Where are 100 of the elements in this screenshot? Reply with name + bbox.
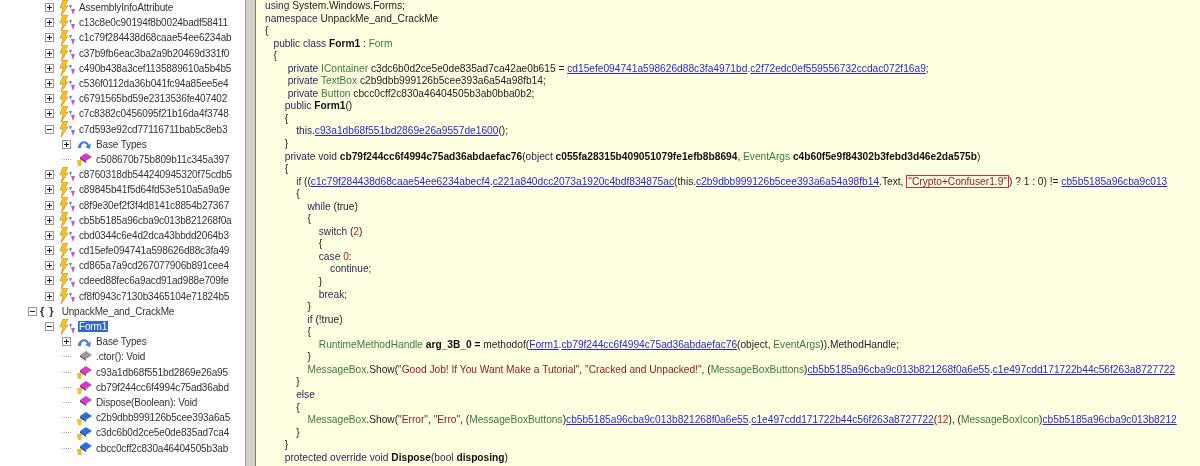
- code-link[interactable]: cb5b5185a96cba9c013b8212: [1042, 414, 1177, 426]
- code-link[interactable]: c2f72edc0ef559556732ccdac072f16a9: [750, 62, 926, 74]
- class-icon: [57, 181, 77, 198]
- expand-toggle[interactable]: [45, 322, 54, 332]
- code-line: {: [306, 213, 312, 226]
- code-link[interactable]: cb79f244cc6f4994c75ad36abdaefac76: [561, 338, 738, 350]
- code-link[interactable]: Form1: [529, 338, 559, 350]
- class-icon: [57, 45, 77, 62]
- expand-toggle[interactable]: [45, 246, 54, 256]
- expand-toggle[interactable]: [45, 3, 54, 13]
- code-line: private Button cbcc0cff2c830a46404505b3ab0bba0b2;: [286, 87, 536, 101]
- tree-item-label[interactable]: c3dc6b0d2ce5e0de835ad7ca4: [95, 427, 231, 439]
- expand-toggle[interactable]: [45, 291, 54, 301]
- code-line: if ((c1c79f284438d68caae54ee6234abecf4.c221a840dcc2073a1920c4bdf834875ac(this.c2b9dbb999126b5cee393a6a54a98fb14.Text, "Crypto+Confuser1.9" ) ? 1 : 0) != cb5b5185a96cba9c013: [295, 175, 1169, 189]
- splitter[interactable]: [246, 0, 256, 466]
- code-link[interactable]: c93a1db68f551bd2869e26a9557de1600: [314, 125, 499, 137]
- code-line: MessageBox.Show("Good Job! If You Want Make a Tutorial", "Cracked and Unpacked!", (MessageBoxButtons)cb5b5185a96cba9c013b821268f0a6e55.c1e497cdd171722b44c56f263a8727722: [306, 363, 1177, 377]
- tree-item-label[interactable]: Base Types: [95, 336, 148, 348]
- tree-item-label[interactable]: c8f9e30ef2f3f4d8141c8854b27367: [78, 199, 231, 211]
- tree-item-label[interactable]: c7d593e92cd77116711bab5c8eb3: [78, 123, 229, 135]
- code-line: {: [265, 25, 270, 38]
- expand-toggle[interactable]: [45, 276, 54, 286]
- code-line: }: [283, 439, 290, 452]
- expand-toggle[interactable]: [45, 124, 54, 134]
- code-link[interactable]: c1c79f284438d68caae54ee6234abecf4: [310, 175, 490, 187]
- code-line: {: [295, 401, 301, 415]
- tree-item-label[interactable]: c7c8382c0456095f21b16da4f3748: [78, 108, 230, 120]
- expand-toggle[interactable]: [45, 79, 54, 89]
- tree-item-label[interactable]: c2b9dbb999126b5cee393a6a5: [95, 412, 232, 424]
- code-line: private TextBox c2b9dbb999126b5cee393a6a54a98fb14;: [286, 75, 547, 88]
- tree-item-label[interactable]: AssemblyInfoAttribute: [78, 2, 175, 14]
- tree-item-label[interactable]: Form1: [78, 321, 109, 333]
- tree-item-label[interactable]: cf8f0943c7130b3465104e71824b5: [78, 290, 231, 302]
- code-line: else: [295, 388, 316, 402]
- code-line: private void cb79f244cc6f4994c75ad36abdaefac76(object c055fa28315b409051079fe1efb8b8694, EventArgs c4b60f5e9f84302b3febd3d46e2da575b): [283, 150, 982, 164]
- code-line: private IContainer c3dc6b0d2ce5e0de835ad7ca42ae0b615 = cd15efe094741a598626d88c3fa4971bd.c2f72edc0ef559556732ccdac072f16a9;: [286, 62, 930, 76]
- tree-item-label[interactable]: cbd0344c6e4d2dca43bbdd2064b3: [78, 229, 230, 241]
- code-line: }: [317, 276, 324, 289]
- expand-toggle[interactable]: [45, 170, 54, 180]
- expand-toggle[interactable]: [45, 48, 54, 58]
- code-line: using System.Windows.Forms;: [265, 0, 406, 13]
- expand-toggle[interactable]: [45, 215, 54, 225]
- expand-toggle[interactable]: [45, 18, 54, 28]
- code-link[interactable]: cd15efe094741a598626d88c3fa4971bd: [567, 62, 748, 74]
- expand-toggle[interactable]: [45, 200, 54, 210]
- tree-item-label[interactable]: c508670b75b809b11c345a397: [95, 153, 231, 165]
- expand-toggle[interactable]: [62, 337, 71, 347]
- code-line: if (!true): [306, 313, 344, 327]
- tree-item-label[interactable]: cb5b5185a96cba9c013b821268f0a: [78, 214, 233, 226]
- tree-item-label[interactable]: .ctor(): Void: [95, 351, 147, 363]
- tree-item-label[interactable]: c6791565bd59e2313536fe407402: [78, 93, 229, 105]
- tree-item-label[interactable]: Dispose(Boolean): Void: [95, 396, 199, 408]
- tree-item-label[interactable]: c490b438a3cef1135889610a5b4b5: [78, 62, 233, 74]
- class-icon: [57, 75, 77, 92]
- tree-item-label[interactable]: c1c79f284438d68caae54ee6234ab: [78, 32, 233, 44]
- tree-item-label[interactable]: c93a1db68f551bd2869e26a95: [95, 366, 229, 378]
- expand-toggle[interactable]: [62, 139, 71, 149]
- code-link[interactable]: cb5b5185a96cba9c013: [1061, 175, 1168, 187]
- expand-toggle[interactable]: [28, 306, 37, 316]
- class-icon: [57, 212, 77, 229]
- code-line: case 0:: [317, 250, 353, 264]
- expand-toggle[interactable]: [45, 230, 54, 240]
- class-icon: [57, 272, 77, 289]
- code-line: {: [295, 188, 301, 201]
- code-line: public class Form1 : Form: [272, 37, 394, 51]
- code-link[interactable]: c1e497cdd171722b44c56f263a8727722: [751, 414, 934, 426]
- code-line: MessageBox.Show("Error", "Erro", (MessageBoxButtons)cb5b5185a96cba9c013b821268f0a6e55.c1e497cdd171722b44c56f263a8727722(12), (MessageBoxIcon)cb5b5185a96cba9c013b8212: [306, 414, 1178, 427]
- class-icon: [57, 90, 77, 107]
- code-link[interactable]: c1e497cdd171722b44c56f263a8727722: [992, 363, 1176, 375]
- expand-toggle[interactable]: [45, 63, 54, 73]
- expand-toggle[interactable]: [45, 33, 54, 43]
- class-icon: [57, 257, 77, 274]
- expand-toggle[interactable]: [45, 94, 54, 104]
- expand-toggle[interactable]: [45, 261, 54, 271]
- tree-item-label[interactable]: c89845b41f5d64fd53e510a5a9a9e: [78, 184, 231, 196]
- tree-item-label[interactable]: cd865a7a9cd267077906b891cee4: [78, 260, 230, 272]
- code-link[interactable]: cb5b5185a96cba9c013b821268f0a6e55: [807, 363, 990, 375]
- code-link[interactable]: c221a840dcc2073a1920c4bdf834875ac: [492, 175, 674, 187]
- code-line: protected override void Dispose(bool disposing): [283, 451, 509, 465]
- tree-item-label[interactable]: cdeed88fec6a9acd91ad988e709fe: [78, 275, 230, 287]
- tree-item-label[interactable]: c13c8e0c90194f8b0024badf58411: [78, 17, 229, 29]
- namespace-icon: { }: [40, 305, 55, 318]
- tree-item-label[interactable]: UnpackMe_and_CrackMe: [60, 305, 176, 317]
- class-icon: [57, 60, 77, 77]
- tree-item-label[interactable]: c37b9fb6eac3ba2a9b20469d331f0: [78, 47, 231, 59]
- code-link[interactable]: c2b9dbb999126b5cee393a6a54a98fb14: [696, 175, 880, 187]
- tree-item-label[interactable]: Base Types: [95, 138, 148, 150]
- tree-item-label[interactable]: cbcc0cff2c830a46404505b3ab: [95, 442, 230, 454]
- class-icon: [57, 105, 77, 122]
- code-line: RuntimeMethodHandle arg_3B_0 = methodof(Form1.cb79f244cc6f4994c75ad36abdaefac76(object, EventArgs)).MethodHandle;: [317, 338, 901, 352]
- tree-item-label[interactable]: c8760318db544240945320f75cdb5: [78, 169, 234, 181]
- expand-toggle[interactable]: [45, 109, 54, 119]
- tree-item-label[interactable]: cd15efe094741a598626d88c3fa49: [78, 245, 231, 257]
- code-line: }: [295, 426, 301, 440]
- expand-toggle[interactable]: [45, 185, 54, 195]
- code-line: {: [306, 326, 312, 339]
- tree-item-label[interactable]: cb79f244cc6f4994c75ad36abd: [95, 381, 230, 393]
- code-link[interactable]: cb5b5185a96cba9c013b821268f0a6e55: [566, 414, 749, 426]
- code-line: public Form1(): [283, 100, 354, 113]
- tree-item-label[interactable]: c536f0112da36b041fc94a85ee5e4: [78, 78, 230, 90]
